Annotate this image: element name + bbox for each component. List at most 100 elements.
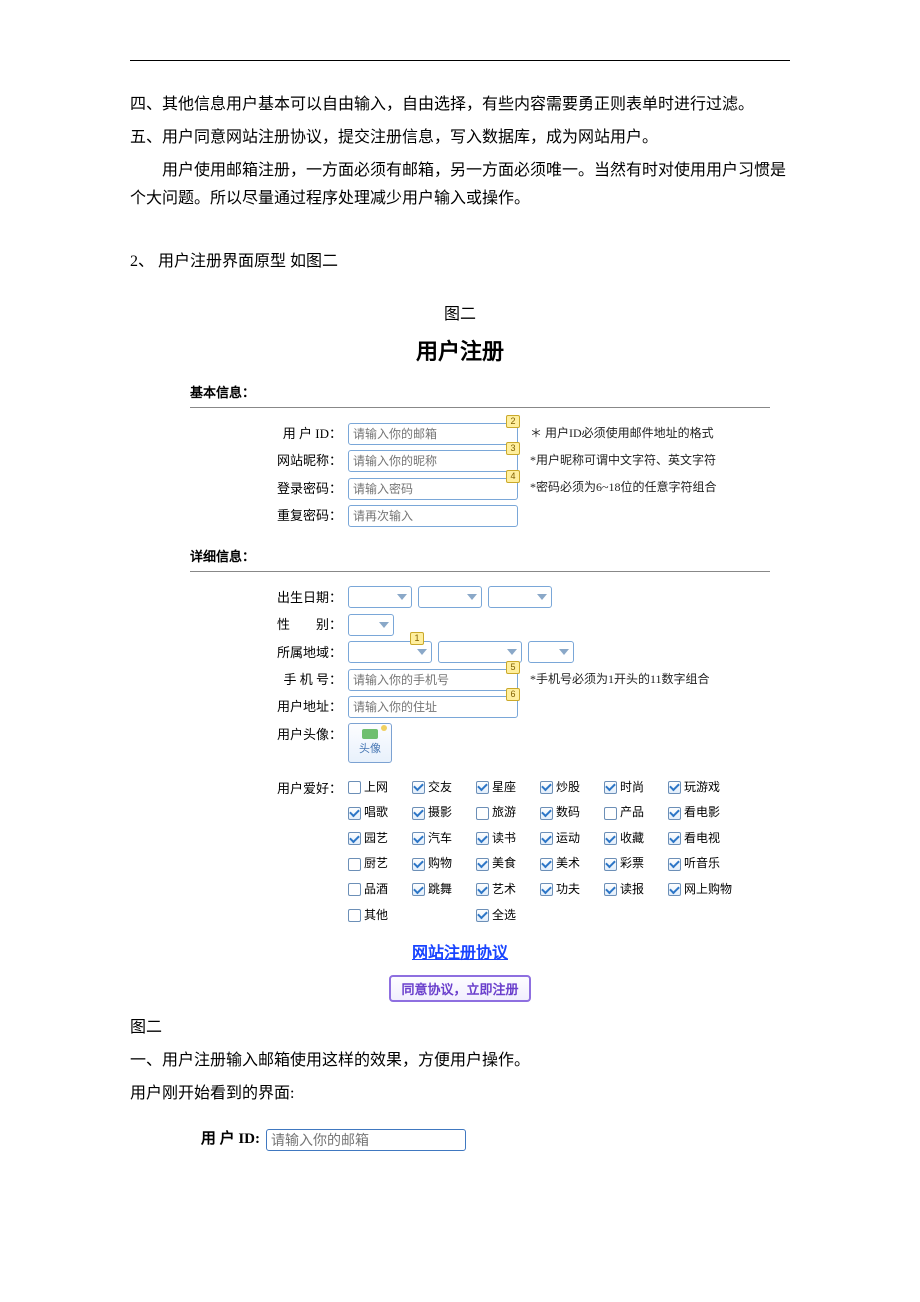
snippet-label: 用 户 ID: bbox=[170, 1126, 266, 1153]
hobby-checkbox[interactable]: 品酒 bbox=[348, 879, 404, 901]
hobby-text: 时尚 bbox=[620, 777, 644, 799]
sun-icon bbox=[381, 725, 387, 731]
badge-1: 1 bbox=[410, 632, 424, 645]
address-input[interactable] bbox=[348, 696, 518, 718]
hobby-checkbox[interactable]: 交友 bbox=[412, 777, 468, 799]
hobby-text: 唱歌 bbox=[364, 802, 388, 824]
figure-caption-top: 图二 bbox=[130, 301, 790, 330]
hobby-checkbox[interactable]: 星座 bbox=[476, 777, 532, 799]
chevron-down-icon bbox=[559, 649, 569, 655]
hobby-label: 用户爱好： bbox=[260, 777, 348, 800]
region-label: 所属地域： bbox=[260, 641, 348, 664]
section-basic-rule bbox=[190, 407, 770, 408]
checkbox-icon bbox=[604, 858, 617, 871]
hobby-checkbox[interactable]: 艺术 bbox=[476, 879, 532, 901]
hobby-checkbox[interactable]: 听音乐 bbox=[668, 853, 740, 875]
agree-submit-button[interactable]: 同意协议，立即注册 bbox=[389, 975, 530, 1002]
hobby-checkbox[interactable]: 玩游戏 bbox=[668, 777, 740, 799]
avatar-thumb-text: 头像 bbox=[359, 740, 381, 760]
hobby-checkbox[interactable]: 购物 bbox=[412, 853, 468, 875]
agreement-link[interactable]: 网站注册协议 bbox=[150, 940, 770, 969]
phone-label: 手 机 号： bbox=[260, 668, 348, 691]
hobby-text: 美术 bbox=[556, 853, 580, 875]
hobby-checkbox[interactable]: 网上购物 bbox=[668, 879, 740, 901]
hobby-checkbox[interactable]: 全选 bbox=[476, 905, 532, 927]
hobby-text: 看电视 bbox=[684, 828, 720, 850]
hobby-checkbox[interactable]: 跳舞 bbox=[412, 879, 468, 901]
hobby-checkbox[interactable]: 园艺 bbox=[348, 828, 404, 850]
checkbox-icon bbox=[604, 807, 617, 820]
hobby-checkbox[interactable]: 收藏 bbox=[604, 828, 660, 850]
hobby-checkbox[interactable]: 数码 bbox=[540, 802, 596, 824]
avatar-label: 用户头像： bbox=[260, 723, 348, 746]
region-district-select[interactable] bbox=[528, 641, 574, 663]
hobby-checkbox[interactable]: 看电影 bbox=[668, 802, 740, 824]
hobby-checkbox[interactable]: 美术 bbox=[540, 853, 596, 875]
checkbox-icon bbox=[604, 883, 617, 896]
hobby-checkbox[interactable]: 上网 bbox=[348, 777, 404, 799]
figure-caption-below: 图二 bbox=[130, 1014, 790, 1043]
hobby-text: 其他 bbox=[364, 905, 388, 927]
para-4: 四、其他信息用户基本可以自由输入，自由选择，有些内容需要勇正则表单时进行过滤。 bbox=[130, 91, 790, 120]
phone-input[interactable] bbox=[348, 669, 518, 691]
avatar-thumbnail[interactable]: 头像 bbox=[348, 723, 392, 763]
hobby-checkbox[interactable]: 其他 bbox=[348, 905, 404, 927]
nickname-input[interactable] bbox=[348, 450, 518, 472]
checkbox-icon bbox=[348, 909, 361, 922]
user-id-hint: ＊ 用户ID必须使用邮件地址的格式 bbox=[530, 423, 714, 445]
hobby-text: 全选 bbox=[492, 905, 516, 927]
checkbox-icon bbox=[476, 781, 489, 794]
checkbox-icon bbox=[348, 807, 361, 820]
birth-day-select[interactable] bbox=[488, 586, 552, 608]
hobby-checkbox[interactable]: 彩票 bbox=[604, 853, 660, 875]
checkbox-icon bbox=[412, 832, 425, 845]
badge-2: 2 bbox=[506, 415, 520, 428]
chevron-down-icon bbox=[379, 622, 389, 628]
hobby-checkbox[interactable]: 厨艺 bbox=[348, 853, 404, 875]
gender-select[interactable] bbox=[348, 614, 394, 636]
checkbox-icon bbox=[604, 781, 617, 794]
checkbox-icon bbox=[668, 781, 681, 794]
hobby-text: 玩游戏 bbox=[684, 777, 720, 799]
hobby-checkbox[interactable]: 读书 bbox=[476, 828, 532, 850]
chevron-down-icon bbox=[537, 594, 547, 600]
badge-4: 4 bbox=[506, 470, 520, 483]
hobby-text: 功夫 bbox=[556, 879, 580, 901]
hobby-checkbox[interactable]: 看电视 bbox=[668, 828, 740, 850]
password-input[interactable] bbox=[348, 478, 518, 500]
hobby-checkbox[interactable]: 功夫 bbox=[540, 879, 596, 901]
hobby-checkbox[interactable]: 唱歌 bbox=[348, 802, 404, 824]
hobby-checkbox[interactable]: 旅游 bbox=[476, 802, 532, 824]
address-label: 用户地址： bbox=[260, 695, 348, 718]
region-city-select[interactable] bbox=[438, 641, 522, 663]
password2-label: 重复密码： bbox=[260, 504, 348, 527]
hobby-checkbox[interactable]: 读报 bbox=[604, 879, 660, 901]
user-id-input[interactable] bbox=[348, 423, 518, 445]
checkbox-icon bbox=[668, 832, 681, 845]
checkbox-icon bbox=[348, 781, 361, 794]
hobby-text: 品酒 bbox=[364, 879, 388, 901]
hobby-text: 读报 bbox=[620, 879, 644, 901]
hobby-text: 园艺 bbox=[364, 828, 388, 850]
hobby-text: 汽车 bbox=[428, 828, 452, 850]
checkbox-icon bbox=[476, 883, 489, 896]
section-detail-label: 详细信息： bbox=[190, 545, 770, 568]
password2-input[interactable] bbox=[348, 505, 518, 527]
checkbox-icon bbox=[476, 832, 489, 845]
hobby-text: 炒股 bbox=[556, 777, 580, 799]
checkbox-icon bbox=[540, 781, 553, 794]
checkbox-icon bbox=[476, 807, 489, 820]
hobby-checkbox[interactable]: 运动 bbox=[540, 828, 596, 850]
hobby-checkbox[interactable]: 汽车 bbox=[412, 828, 468, 850]
birth-year-select[interactable] bbox=[348, 586, 412, 608]
hobby-checkbox[interactable]: 美食 bbox=[476, 853, 532, 875]
snippet-input[interactable] bbox=[266, 1129, 466, 1151]
checkbox-icon bbox=[412, 883, 425, 896]
hobby-checkbox[interactable]: 炒股 bbox=[540, 777, 596, 799]
checkbox-icon bbox=[412, 858, 425, 871]
hobby-checkbox[interactable]: 时尚 bbox=[604, 777, 660, 799]
hobby-text: 购物 bbox=[428, 853, 452, 875]
hobby-checkbox[interactable]: 摄影 bbox=[412, 802, 468, 824]
hobby-checkbox[interactable]: 产品 bbox=[604, 802, 660, 824]
birth-month-select[interactable] bbox=[418, 586, 482, 608]
